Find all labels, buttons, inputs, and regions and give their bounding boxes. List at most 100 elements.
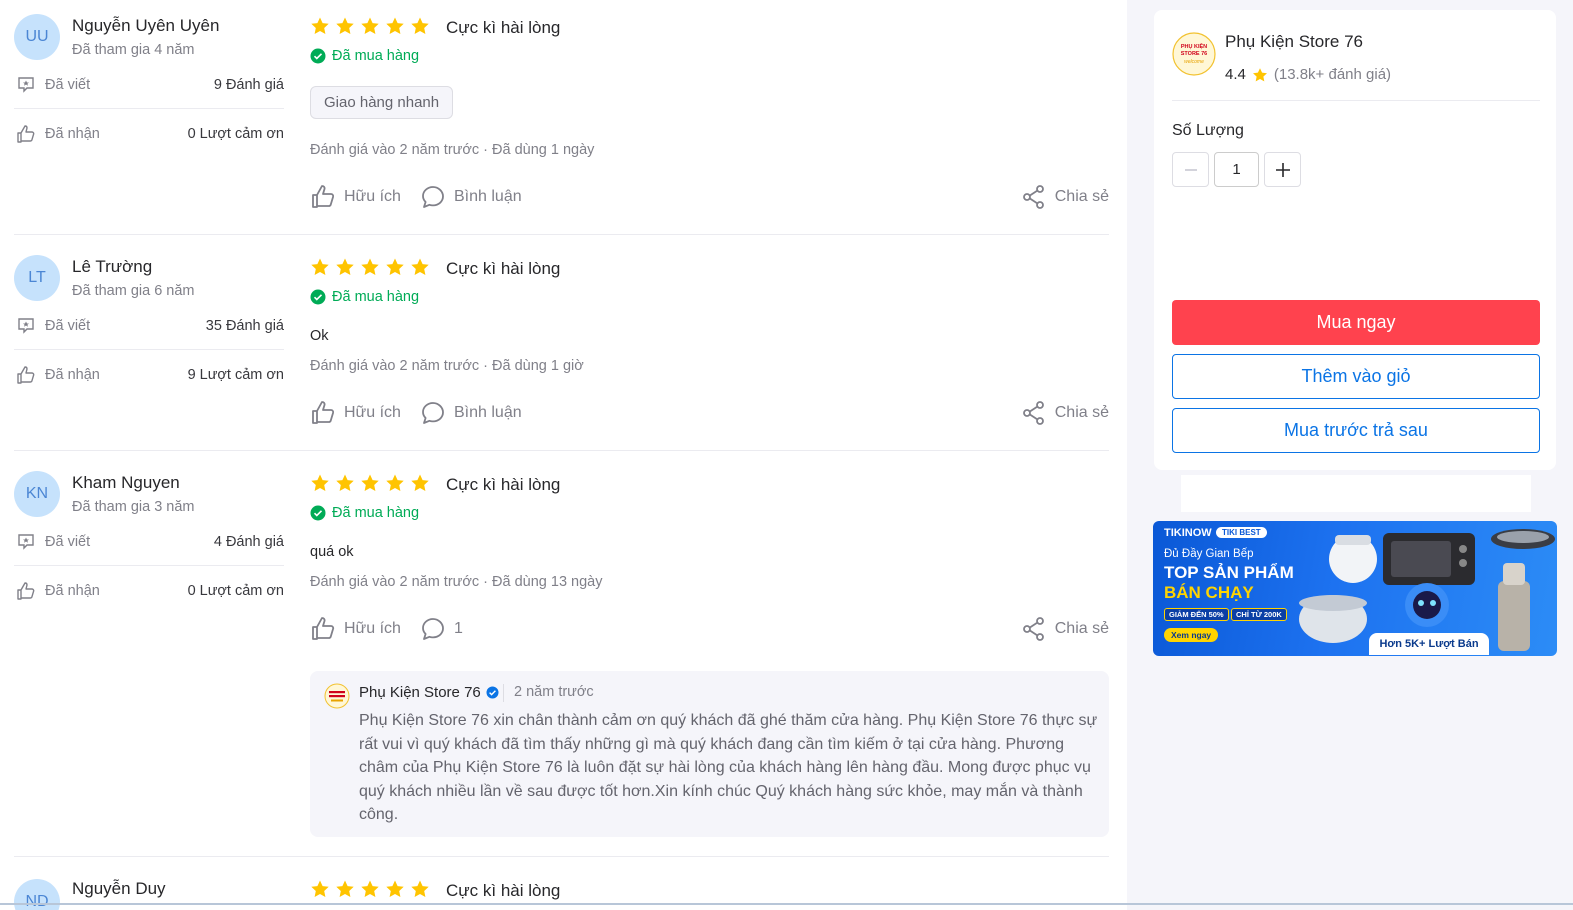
avatar: LT [14,255,60,301]
minus-icon [1184,168,1197,171]
reviewer-joined: Đã tham gia 4 năm [72,42,195,58]
review-tag: Giao hàng nhanh [310,86,454,119]
store-name[interactable]: Phụ Kiện Store 76 [1225,32,1363,52]
reply-text: Phụ Kiện Store 76 xin chân thành cảm ơn … [359,712,1098,823]
reviews-written: Đã viết 35 Đánh giá [14,315,284,339]
thanks-received: Đã nhận 9 Lượt cảm ơn [14,364,284,388]
avatar: UU [14,14,60,60]
thumbs-up-icon [312,185,335,208]
reviewer-joined: Đã tham gia 3 năm [72,499,195,515]
review-actions: Hữu ích Bình luận Chia sẻ [310,400,1109,430]
decrease-button[interactable] [1172,152,1209,187]
star-icon [311,17,329,34]
thanks-received: Đã nhận 0 Lượt cảm ơn [14,580,284,604]
verified-icon [486,686,499,699]
share-icon [1022,617,1044,641]
review-actions: Hữu ích 1 Chia sẻ [310,616,1109,646]
share-button[interactable]: Chia sẻ [1021,400,1109,426]
review-title: Cực kì hài lòng [446,475,561,494]
banner-line3: BÁN CHẠY [1164,583,1254,602]
review-meta: Đánh giá vào 2 năm trước · Đã dùng 1 giờ [310,358,584,374]
quantity-input[interactable]: 1 [1214,152,1259,187]
check-circle-icon [310,48,326,64]
quantity-label: Số Lượng [1172,122,1244,139]
star-icon [1252,67,1267,81]
thanks-received: Đã nhận 0 Lượt cảm ơn [14,123,284,147]
review-text: Ok [310,328,329,344]
purchase-card: PHỤ KIỆN STORE 76 welcome Phụ Kiện Store… [1154,10,1556,470]
plus-icon [1275,162,1290,177]
review-actions: Hữu ích Bình luận Chia sẻ [310,184,1109,214]
reviews-written: Đã viết 9 Đánh giá [14,74,284,98]
sidebar-spacer [1181,475,1531,512]
banner-sold: Hơn 5K+ Lượt Bán [1369,633,1489,655]
star-icon [386,880,404,897]
reviewer-name: Nguyễn Uyên Uyên [72,16,220,35]
star-rating [310,16,430,36]
avatar: ND [14,879,60,910]
star-rating [310,257,430,277]
reviewer-name: Nguyễn Duy [72,879,166,898]
banner-cta[interactable]: Xem ngay [1164,628,1219,642]
share-button[interactable]: Chia sẻ [1021,616,1109,642]
reviewer-joined: Đã tham gia 6 năm [72,283,195,299]
review-title: Cực kì hài lòng [446,18,561,37]
helpful-button[interactable]: Hữu ích [310,400,401,426]
star-icon [386,17,404,34]
increase-button[interactable] [1264,152,1301,187]
star-rating [310,879,430,899]
purchased-badge: Đã mua hàng [310,505,419,521]
star-icon [336,17,354,34]
review-title: Cực kì hài lòng [446,259,561,278]
reply-store-name: Phụ Kiện Store 76 [359,684,499,701]
star-icon [386,258,404,275]
purchase-sidebar: PHỤ KIỆN STORE 76 welcome Phụ Kiện Store… [1127,0,1573,910]
thumbs-up-icon [312,617,335,640]
quantity-stepper: 1 [1172,152,1301,187]
banner-line1: Đủ Đầy Gian Bếp [1164,548,1254,560]
purchased-badge: Đã mua hàng [310,48,419,64]
review-meta: Đánh giá vào 2 năm trước · Đã dùng 1 ngà… [310,142,595,158]
star-icon [411,17,429,34]
share-icon [1022,401,1044,425]
check-circle-icon [310,289,326,305]
comment-button[interactable]: 1 [420,616,463,642]
star-icon [361,474,379,491]
comment-button[interactable]: Bình luận [420,400,522,426]
review-written-icon [18,318,34,334]
comment-button[interactable]: Bình luận [420,184,522,210]
reviews-written: Đã viết 4 Đánh giá [14,531,284,555]
share-icon [1022,185,1044,209]
reviewer-name: Lê Trường [72,257,153,276]
add-to-cart-button[interactable]: Thêm vào giỏ [1172,354,1540,399]
comment-icon [422,618,444,640]
buy-now-button[interactable]: Mua ngay [1172,300,1540,345]
helpful-button[interactable]: Hữu ích [310,184,401,210]
comment-icon [422,402,444,424]
star-rating [310,473,430,493]
banner-promo2: CHỈ TỪ 200K [1231,608,1287,621]
banner-brand: TIKINOW [1164,527,1212,539]
store-logo[interactable]: PHỤ KIỆN STORE 76 welcome [1172,32,1216,76]
reply-time: 2 năm trước [514,684,594,700]
star-icon [361,880,379,897]
bottom-edge [0,903,1573,905]
comment-icon [422,186,444,208]
review-title: Cực kì hài lòng [446,881,561,900]
star-icon [411,474,429,491]
star-icon [361,258,379,275]
share-button[interactable]: Chia sẻ [1021,184,1109,210]
promo-banner[interactable]: TIKINOW TIKI BEST Đủ Đầy Gian Bếp TOP SẢ… [1153,521,1557,656]
star-icon [411,880,429,897]
reviewer-name: Kham Nguyen [72,473,180,492]
review-written-icon [18,534,34,550]
buy-now-pay-later-button[interactable]: Mua trước trả sau [1172,408,1540,453]
avatar: KN [14,471,60,517]
seller-reply: Phụ Kiện Store 76 2 năm trước Phụ Kiện S… [310,671,1109,837]
star-icon [386,474,404,491]
review-meta: Đánh giá vào 2 năm trước · Đã dùng 13 ng… [310,574,603,590]
store-rating: 4.4 (13.8k+ đánh giá) [1225,66,1392,83]
thumbs-up-icon [312,401,335,424]
thumbs-up-icon [17,582,35,600]
helpful-button[interactable]: Hữu ích [310,616,401,642]
